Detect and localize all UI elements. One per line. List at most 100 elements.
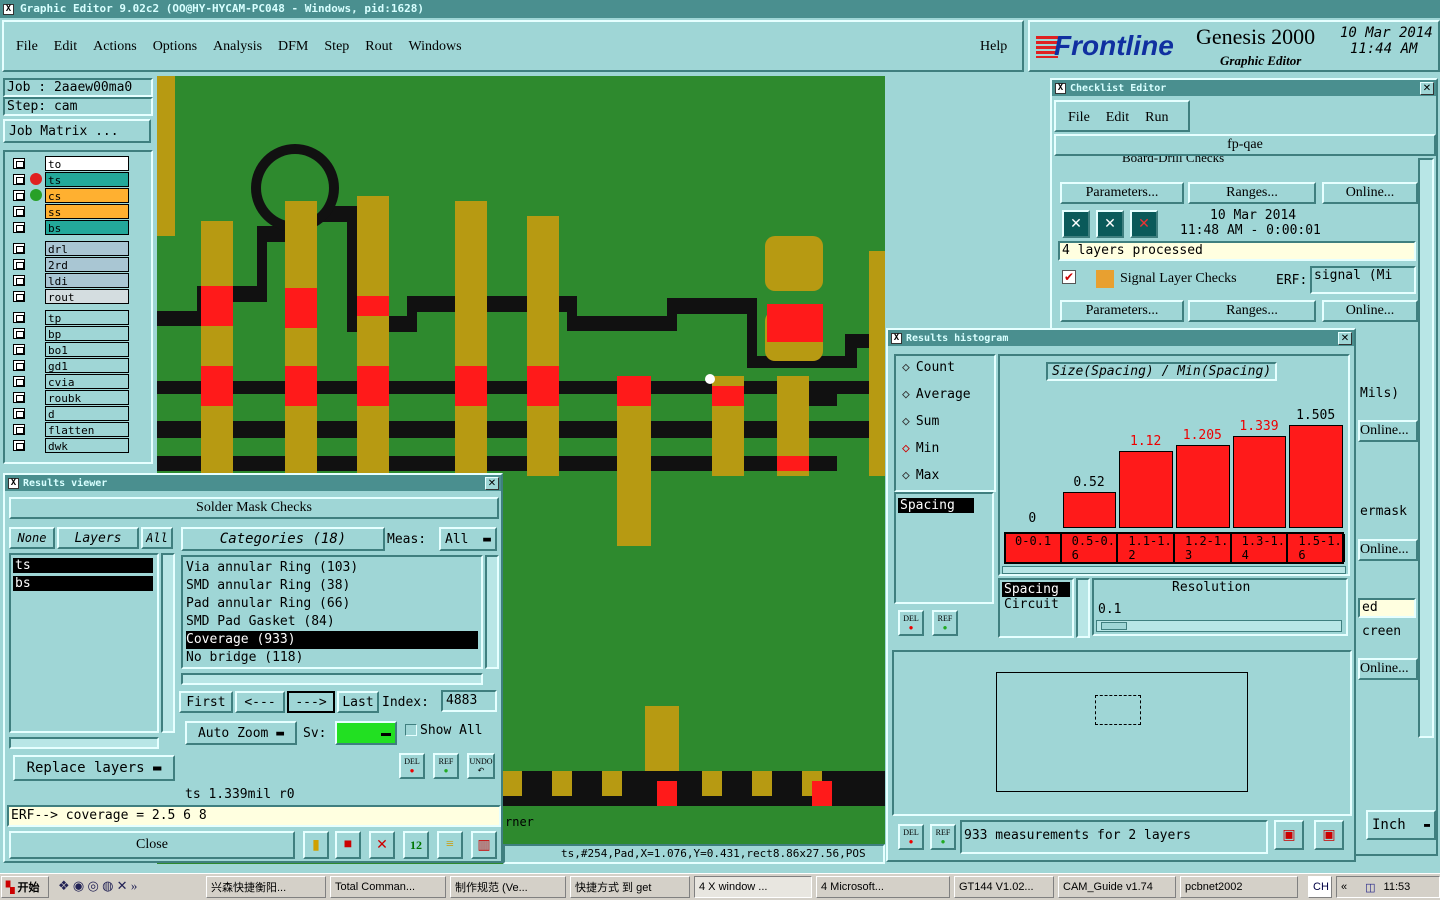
list-item[interactable]: bs [13, 576, 153, 591]
hist-ref-button-2[interactable]: REF ● [930, 824, 956, 850]
histogram-list[interactable]: Spacing [894, 492, 994, 604]
layer-row-2rd[interactable]: 2rd [13, 257, 129, 272]
option-min[interactable]: ◇ Min [902, 441, 939, 456]
layer-row-dwk[interactable]: dwk [13, 438, 129, 453]
layer-row-bp[interactable]: bp [13, 326, 129, 341]
layer-row-tp[interactable]: tp [13, 310, 129, 325]
list-item[interactable]: Circuit [1002, 597, 1070, 612]
list-item[interactable]: ts [13, 558, 153, 573]
flag-icon[interactable]: ▮ [303, 831, 329, 859]
layer-checkbox[interactable] [13, 206, 25, 217]
layer-checkbox[interactable] [13, 408, 25, 419]
help-menu[interactable]: Help [980, 39, 1007, 55]
category-list[interactable]: Via annular Ring (103) SMD annular Ring (… [181, 555, 483, 669]
online-button-2[interactable]: Online... [1322, 300, 1418, 322]
shrink-icon[interactable]: ▣ [1314, 820, 1344, 850]
first-button[interactable]: First [179, 691, 233, 713]
online-button-3[interactable]: Online... [1358, 420, 1418, 442]
layer-row-flatten[interactable]: flatten [13, 422, 129, 437]
show-all-checkbox[interactable] [405, 724, 417, 736]
layers-button[interactable]: Layers [57, 527, 139, 549]
histogram-bar[interactable] [1119, 451, 1173, 528]
all-button[interactable]: All [141, 527, 173, 549]
expand-icon[interactable]: ▣ [1274, 820, 1304, 850]
list-item[interactable]: Spacing [898, 498, 974, 513]
layer-row-bo1[interactable]: bo1 [13, 342, 129, 357]
layer-row-cs[interactable]: cs [13, 188, 129, 203]
category-item[interactable]: No bridge (118) [186, 649, 481, 667]
menu-windows[interactable]: Windows [409, 39, 462, 55]
option-count[interactable]: ◇ Count [902, 360, 955, 375]
layer-row-gd1[interactable]: gd1 [13, 358, 129, 373]
layer-checkbox[interactable] [13, 158, 25, 169]
units-select[interactable]: Inch ▬ [1366, 810, 1436, 840]
taskbar-item[interactable]: Total Comman... [330, 876, 446, 898]
histogram-bar[interactable] [1176, 445, 1230, 528]
online-button-1[interactable]: Online... [1322, 182, 1418, 204]
start-button[interactable]: ▚ 开始 [1, 876, 49, 898]
menu-edit[interactable]: Edit [54, 39, 77, 55]
next-button[interactable]: ---> [287, 691, 335, 713]
category-item[interactable]: SMD Pad Gasket (84) [186, 613, 481, 631]
notes-icon[interactable]: ≡ [437, 831, 463, 859]
ranges-button-1[interactable]: Ranges... [1188, 182, 1316, 204]
del-button[interactable]: DEL ● [399, 753, 425, 779]
layer-checkbox[interactable] [13, 360, 25, 371]
category-scrollbar[interactable] [485, 555, 499, 669]
run-action-icon-3[interactable]: ✕ [1130, 210, 1158, 238]
category-item[interactable]: Coverage (933) [186, 631, 478, 649]
online-button-5[interactable]: Online... [1358, 658, 1418, 680]
taskbar-item[interactable]: pcbnet2002 [1180, 876, 1298, 898]
histogram-icon[interactable]: ▥ [471, 831, 497, 859]
category-item[interactable]: SMD annular Ring (38) [186, 577, 481, 595]
menu-analysis[interactable]: Analysis [213, 39, 262, 55]
layer-row-ss[interactable]: ss [13, 204, 129, 219]
layer-checkbox[interactable] [13, 174, 25, 185]
layer-row-ldi[interactable]: ldi [13, 273, 129, 288]
layer-row-d[interactable]: d [13, 406, 129, 421]
chart-hscroll[interactable] [1002, 566, 1346, 574]
menu-rout[interactable]: Rout [365, 39, 392, 55]
bottom-list[interactable]: Spacing Circuit [998, 578, 1074, 638]
option-average[interactable]: ◇ Average [902, 387, 971, 402]
menu-file[interactable]: File [16, 39, 38, 55]
run-action-icon-2[interactable]: ✕ [1096, 210, 1124, 238]
hist-ref-button[interactable]: REF ● [932, 610, 958, 636]
layer-row-to[interactable]: to [13, 156, 129, 171]
ranges-button-2[interactable]: Ranges... [1188, 300, 1316, 322]
layer-row-roubk[interactable]: roubk [13, 390, 129, 405]
option-max[interactable]: ◇ Max [902, 468, 939, 483]
signal-erf-field[interactable]: signal (Mi [1310, 266, 1416, 294]
taskbar-item[interactable]: 4 X window ... [694, 876, 812, 898]
online-button-4[interactable]: Online... [1358, 539, 1418, 561]
hist-del-button[interactable]: DEL ● [898, 610, 924, 636]
checklist-menu-run[interactable]: Run [1145, 110, 1168, 125]
board-preview[interactable] [996, 672, 1248, 792]
category-hscroll[interactable] [181, 673, 483, 685]
checklist-menu-edit[interactable]: Edit [1106, 110, 1129, 125]
layer-checkbox[interactable] [13, 344, 25, 355]
layer-checkbox[interactable] [13, 222, 25, 233]
close-icon[interactable]: ✕ [1338, 332, 1352, 345]
run-action-icon-1[interactable]: ✕ [1062, 210, 1090, 238]
last-button[interactable]: Last [337, 691, 379, 713]
checklist-scrollbar[interactable] [1418, 158, 1434, 738]
layer-checkbox[interactable] [13, 259, 25, 270]
severity-color-select[interactable]: ▬ [335, 721, 397, 745]
layer-list-hscroll[interactable] [9, 737, 159, 749]
job-matrix-button[interactable]: Job Matrix ... [3, 119, 151, 143]
cross-icon[interactable]: ✕ [369, 831, 395, 859]
layer-row-ts[interactable]: ts [13, 172, 129, 187]
ref-button[interactable]: REF ● [433, 753, 459, 779]
category-item[interactable]: Via annular Ring (103) [186, 559, 481, 577]
layer-row-bs[interactable]: bs [13, 220, 129, 235]
taskbar-item[interactable]: GT144 V1.02... [954, 876, 1054, 898]
meas-select[interactable]: All ▬ [439, 527, 497, 551]
replace-layers-button[interactable]: Replace layers ▬ [13, 755, 175, 781]
close-icon[interactable]: ✕ [485, 477, 499, 490]
auto-zoom-select[interactable]: Auto Zoom ▬ [185, 721, 297, 745]
index-input[interactable]: 4883 [441, 690, 497, 712]
histogram-bar[interactable] [1062, 492, 1117, 528]
option-sum[interactable]: ◇ Sum [902, 414, 939, 429]
signal-check-checkbox[interactable]: ✔ [1062, 270, 1076, 284]
